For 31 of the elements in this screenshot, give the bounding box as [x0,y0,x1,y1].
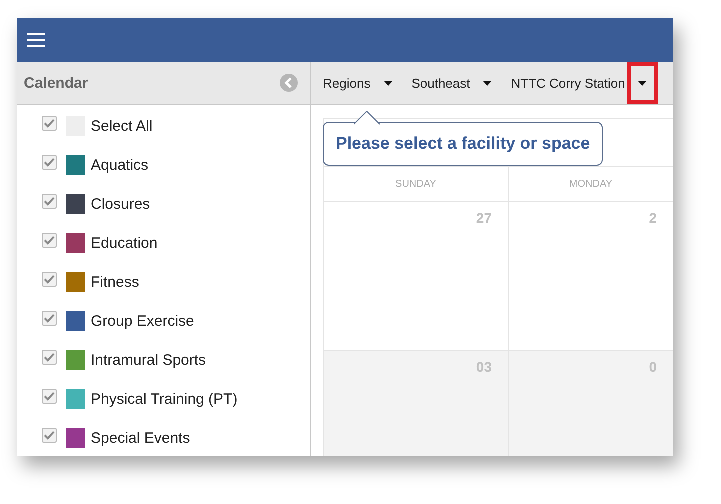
filter-dropdown[interactable]: NTTC Corry Station [511,76,626,90]
checkbox[interactable] [42,350,57,364]
weekday-header: SUNDAY [324,166,509,202]
category-label: Closures [91,196,150,212]
category-label: Special Events [91,430,190,446]
tooltip-pointer [354,111,380,125]
checkbox[interactable] [42,116,57,130]
checkbox[interactable] [42,154,57,170]
category-label: Intramural Sports [91,352,206,368]
filter-dropdown[interactable]: Southeast [412,76,470,90]
checkbox[interactable] [42,310,57,326]
collapse-icon[interactable] [280,74,298,92]
checkbox[interactable] [42,194,57,208]
category-label: Group Exercise [91,312,194,330]
category-label: Physical Training (PT) [91,390,238,408]
filter-dropdown[interactable]: Regions [323,76,371,90]
checkbox[interactable] [42,388,57,404]
day-cell[interactable]: 27 [324,202,509,351]
date-number: 2 [649,210,657,228]
category-label: Aquatics [91,156,149,174]
menu-icon[interactable] [27,32,45,48]
dropdown-caret[interactable] [627,62,658,104]
category-label: Education [91,234,158,252]
checkbox[interactable] [42,232,57,248]
sidebar-title: Calendar [24,74,88,92]
checkbox[interactable] [42,272,57,286]
category-label: Fitness [91,274,140,290]
date-number: 27 [476,210,492,228]
day-cell[interactable]: 2 [509,202,673,351]
category-label: Select All [91,118,153,134]
checkbox[interactable] [42,428,57,442]
